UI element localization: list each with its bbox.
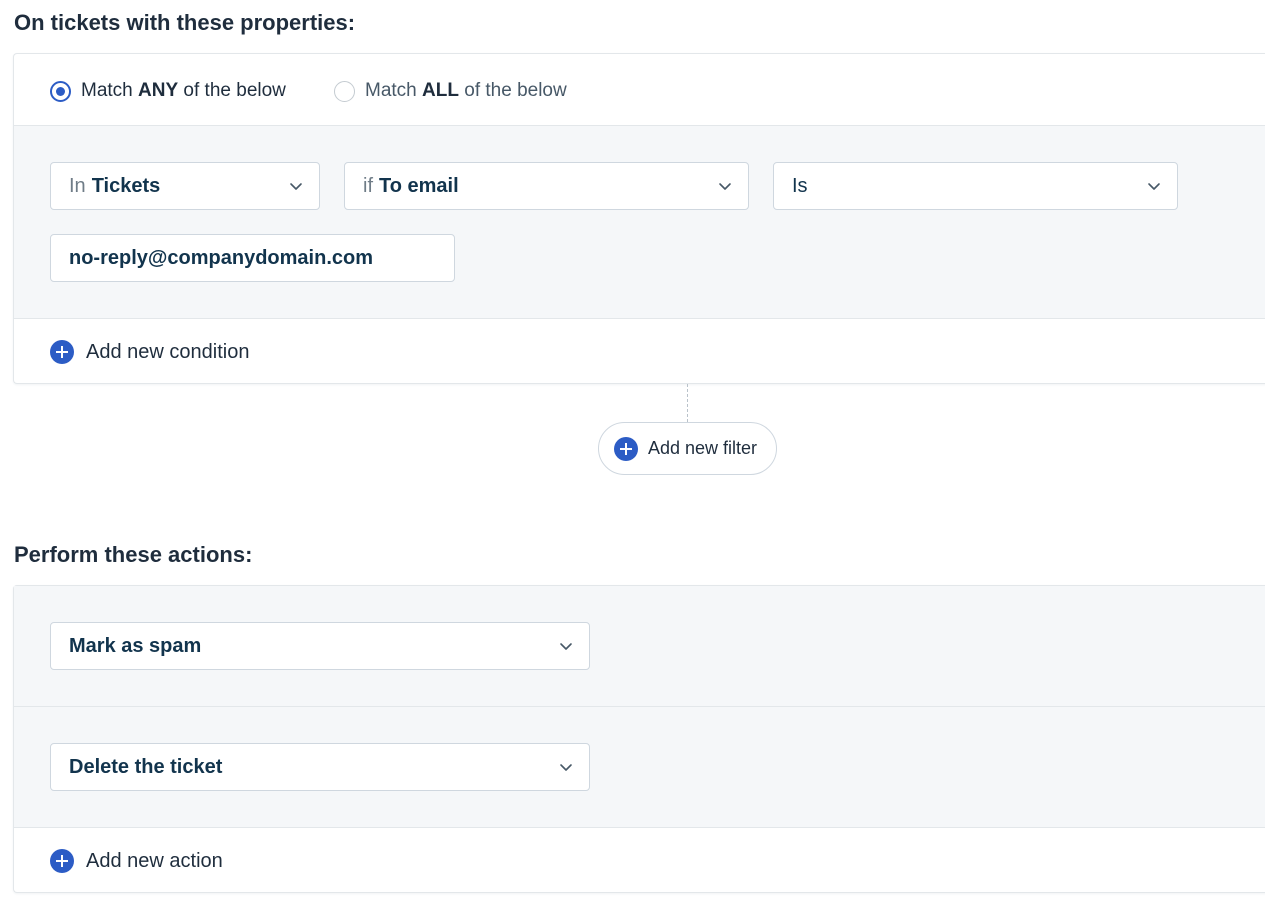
radio-selected-icon[interactable] bbox=[50, 80, 71, 102]
chevron-down-icon bbox=[719, 183, 731, 190]
action-value: Delete the ticket bbox=[69, 755, 223, 778]
plus-circle-icon bbox=[614, 436, 638, 461]
match-type-row: Match ANY of the below Match ALL of the … bbox=[14, 54, 1265, 126]
add-condition-button[interactable]: Add new condition bbox=[50, 340, 249, 364]
operator-value: Is bbox=[792, 174, 808, 197]
add-filter-label: Add new filter bbox=[648, 438, 758, 458]
action-select[interactable]: Delete the ticket bbox=[50, 743, 590, 791]
action-row: Delete the ticket bbox=[14, 707, 1265, 828]
connector-line bbox=[687, 384, 688, 422]
chevron-down-icon bbox=[1148, 183, 1160, 190]
plus-circle-icon bbox=[50, 849, 74, 873]
chevron-down-icon bbox=[290, 183, 302, 190]
actions-section-title: Perform these actions: bbox=[14, 542, 253, 567]
add-condition-label: Add new condition bbox=[86, 340, 250, 363]
field-prefix: if bbox=[363, 174, 373, 197]
conditions-card: Match ANY of the below Match ALL of the … bbox=[13, 53, 1265, 384]
scope-select[interactable]: In Tickets bbox=[50, 162, 320, 210]
condition-row: In Tickets if To email Is bbox=[14, 126, 1265, 319]
conditions-section-title: On tickets with these properties: bbox=[14, 10, 356, 35]
actions-card: Mark as spam Delete the ticket Add new a… bbox=[13, 585, 1265, 893]
condition-value-input[interactable] bbox=[50, 234, 455, 282]
match-all-radio[interactable]: Match ALL of the below bbox=[334, 80, 567, 102]
operator-select[interactable]: Is bbox=[773, 162, 1178, 210]
action-value: Mark as spam bbox=[69, 634, 202, 657]
add-action-label: Add new action bbox=[86, 849, 223, 872]
add-action-button[interactable]: Add new action bbox=[50, 849, 223, 873]
plus-circle-icon bbox=[50, 340, 74, 364]
match-any-radio[interactable]: Match ANY of the below bbox=[50, 80, 286, 102]
field-select[interactable]: if To email bbox=[344, 162, 749, 210]
match-any-label: Match ANY of the below bbox=[81, 80, 286, 101]
add-filter-button[interactable]: Add new filter bbox=[598, 422, 777, 475]
scope-prefix: In bbox=[69, 174, 86, 197]
action-row: Mark as spam bbox=[14, 586, 1265, 707]
radio-unselected-icon[interactable] bbox=[334, 80, 355, 102]
field-value: To email bbox=[379, 174, 459, 197]
action-select[interactable]: Mark as spam bbox=[50, 622, 590, 670]
match-all-label: Match ALL of the below bbox=[365, 80, 567, 101]
chevron-down-icon bbox=[560, 764, 572, 771]
scope-value: Tickets bbox=[91, 174, 161, 197]
chevron-down-icon bbox=[560, 643, 572, 650]
